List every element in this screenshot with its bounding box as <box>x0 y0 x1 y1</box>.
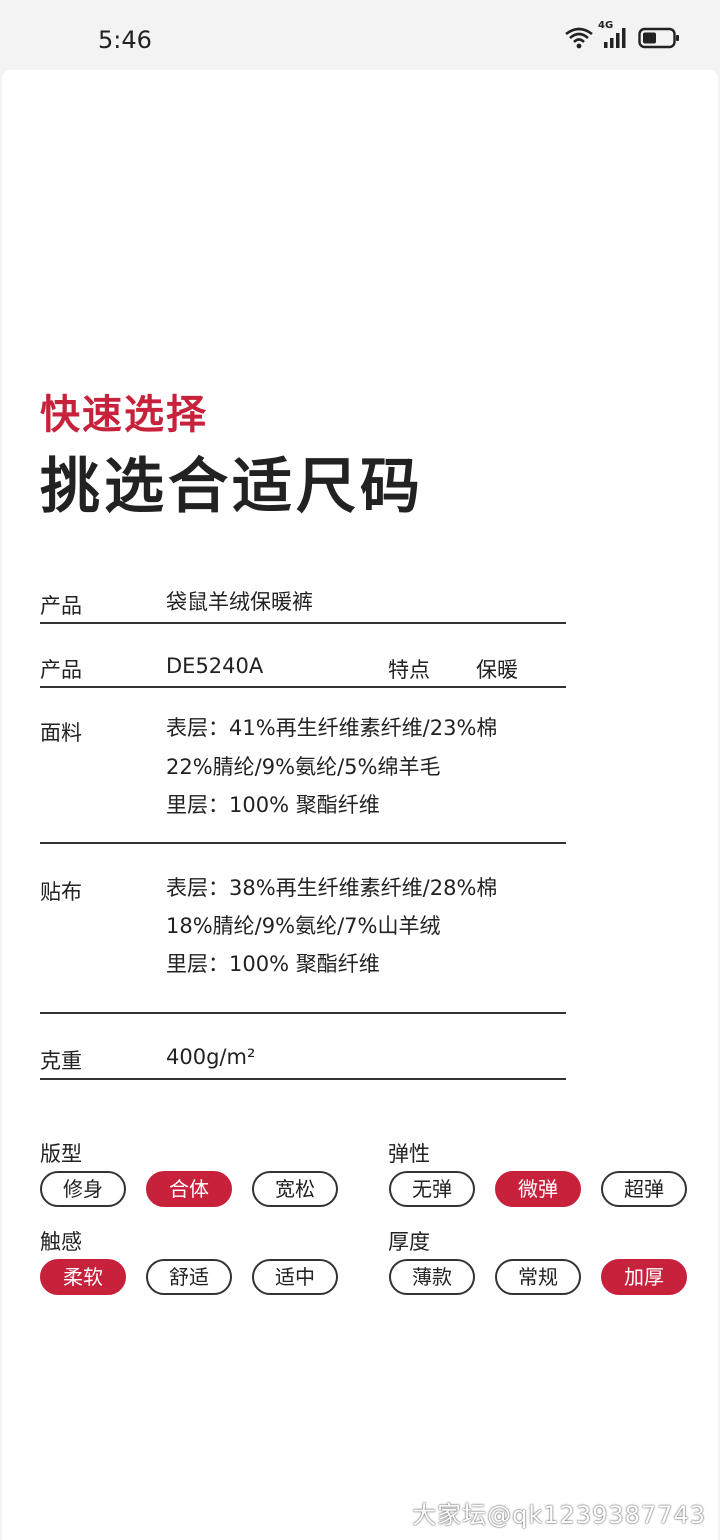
touch-option-soft[interactable]: 柔软 <box>40 1259 126 1295</box>
fit-option-regular[interactable]: 合体 <box>146 1171 232 1207</box>
feature-label: 特点 <box>388 658 430 682</box>
wifi-icon <box>564 26 594 50</box>
signal-icon: 4G <box>598 20 630 50</box>
fabric-line-3: 里层：100% 聚酯纤维 <box>166 793 380 817</box>
status-bar: 5:46 4G <box>0 0 720 70</box>
touch-option-medium[interactable]: 适中 <box>252 1259 338 1295</box>
divider <box>40 686 566 688</box>
status-time: 5:46 <box>98 26 152 54</box>
fabric-line-1: 表层：41%再生纤维素纤维/23%棉 <box>166 716 498 740</box>
thickness-title: 厚度 <box>388 1230 430 1254</box>
fabric-label: 面料 <box>40 721 82 745</box>
patch-line-3: 里层：100% 聚酯纤维 <box>166 952 380 976</box>
divider <box>40 842 566 844</box>
fit-option-loose[interactable]: 宽松 <box>252 1171 338 1207</box>
weight-label: 克重 <box>40 1049 82 1073</box>
divider <box>40 1012 566 1014</box>
fabric-line-2: 22%腈纶/9%氨纶/5%绵羊毛 <box>166 755 441 779</box>
elasticity-option-slight[interactable]: 微弹 <box>495 1171 581 1207</box>
fit-title: 版型 <box>40 1142 82 1166</box>
elasticity-title: 弹性 <box>388 1142 430 1166</box>
page-title: 挑选合适尺码 <box>40 452 424 522</box>
network-label: 4G <box>598 20 614 31</box>
product-name-label: 产品 <box>40 594 82 618</box>
touch-option-comfort[interactable]: 舒适 <box>146 1259 232 1295</box>
fit-options: 修身 合体 宽松 <box>40 1171 338 1207</box>
elasticity-options: 无弹 微弹 超弹 <box>389 1171 687 1207</box>
section-subtitle: 快速选择 <box>40 392 208 438</box>
battery-icon <box>638 26 680 50</box>
elasticity-option-high[interactable]: 超弹 <box>601 1171 687 1207</box>
touch-options: 柔软 舒适 适中 <box>40 1259 338 1295</box>
divider <box>40 622 566 624</box>
thickness-option-regular[interactable]: 常规 <box>495 1259 581 1295</box>
feature-value: 保暖 <box>476 658 518 682</box>
touch-title: 触感 <box>40 1230 82 1254</box>
divider <box>40 1078 566 1080</box>
thickness-option-thin[interactable]: 薄款 <box>389 1259 475 1295</box>
thickness-option-thick[interactable]: 加厚 <box>601 1259 687 1295</box>
elasticity-option-none[interactable]: 无弹 <box>389 1171 475 1207</box>
thickness-options: 薄款 常规 加厚 <box>389 1259 687 1295</box>
watermark: 大家坛@qk1239387743 <box>412 1501 706 1529</box>
status-icons: 4G <box>564 20 680 50</box>
patch-line-2: 18%腈纶/9%氨纶/7%山羊绒 <box>166 914 441 938</box>
product-name-value: 袋鼠羊绒保暖裤 <box>166 590 313 614</box>
patch-label: 贴布 <box>40 880 82 904</box>
fit-option-slim[interactable]: 修身 <box>40 1171 126 1207</box>
product-code-label: 产品 <box>40 658 82 682</box>
weight-value: 400g/m² <box>166 1045 256 1069</box>
patch-line-1: 表层：38%再生纤维素纤维/28%棉 <box>166 876 498 900</box>
product-code-value: DE5240A <box>166 654 264 678</box>
